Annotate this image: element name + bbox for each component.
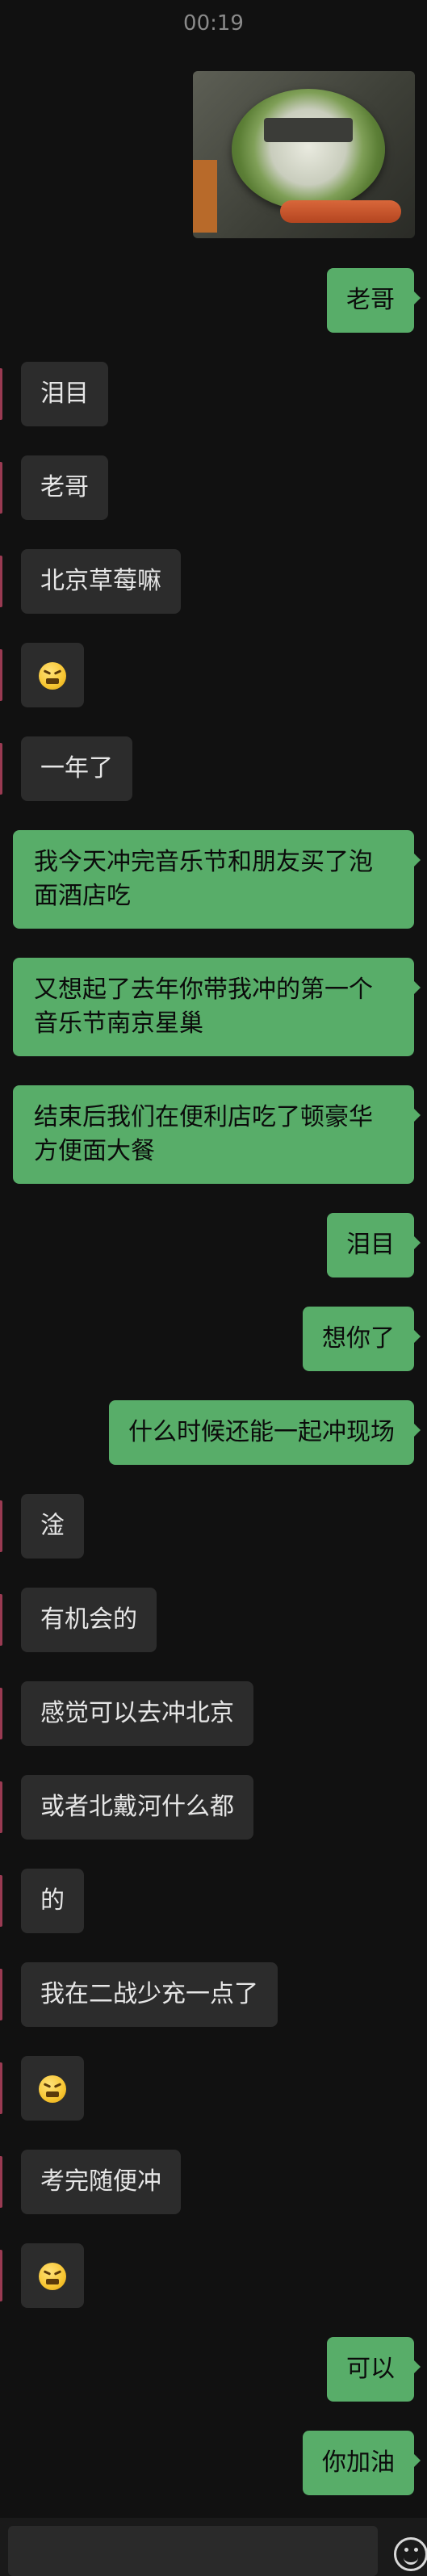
incoming-bubble[interactable] [21, 2056, 84, 2121]
incoming-bubble[interactable]: 考完随便冲 [21, 2150, 181, 2214]
smiley-face-icon[interactable] [394, 2537, 427, 2571]
incoming-edge [0, 1688, 2, 1739]
bubble-tail [413, 2360, 421, 2374]
incoming-edge [0, 1781, 2, 1833]
timestamp: 00:19 [183, 11, 244, 36]
outgoing-bubble[interactable]: 又想起了去年你带我冲的第一个音乐节南京星巢 [13, 958, 414, 1056]
outgoing-bubble[interactable]: 我今天冲完音乐节和朋友买了泡面酒店吃 [13, 830, 414, 929]
incoming-bubble[interactable]: 有机会的 [21, 1588, 157, 1652]
incoming-bubble[interactable] [21, 643, 84, 707]
snack-package [193, 160, 217, 233]
incoming-bubble[interactable]: 感觉可以去冲北京 [21, 1681, 253, 1746]
bubble-tail [413, 1236, 421, 1250]
message-image[interactable] [193, 71, 415, 238]
bubble-tail [413, 853, 421, 867]
outgoing-bubble[interactable]: 结束后我们在便利店吃了顿豪华方便面大餐 [13, 1085, 414, 1184]
outgoing-bubble[interactable]: 老哥 [327, 268, 414, 333]
incoming-edge [0, 462, 2, 514]
incoming-edge [0, 556, 2, 607]
incoming-edge [0, 743, 2, 795]
incoming-edge [0, 368, 2, 420]
grimace-emoji-icon [39, 661, 66, 690]
incoming-edge [0, 1969, 2, 2020]
incoming-bubble[interactable]: 泪目 [21, 362, 108, 426]
bubble-tail [413, 1423, 421, 1437]
incoming-bubble[interactable]: 或者北戴河什么都 [21, 1775, 253, 1840]
outgoing-bubble[interactable]: 想你了 [303, 1307, 414, 1371]
incoming-bubble[interactable]: 的 [21, 1869, 84, 1933]
composer-bar [0, 2518, 427, 2576]
incoming-edge [0, 649, 2, 701]
outgoing-bubble[interactable]: 你加油 [303, 2431, 414, 2495]
grimace-emoji-icon [39, 2075, 66, 2103]
bubble-tail [413, 980, 421, 995]
bubble-tail [413, 291, 421, 305]
incoming-bubble[interactable]: 老哥 [21, 455, 108, 520]
grimace-emoji-icon [39, 2262, 66, 2290]
incoming-bubble[interactable]: 淦 [21, 1494, 84, 1559]
bubble-tail [413, 1329, 421, 1344]
incoming-edge [0, 1500, 2, 1552]
incoming-edge [0, 2156, 2, 2208]
bubble-tail [413, 2453, 421, 2468]
incoming-edge [0, 1875, 2, 1927]
incoming-edge [0, 2250, 2, 2301]
outgoing-bubble[interactable]: 可以 [327, 2337, 414, 2402]
outgoing-bubble[interactable]: 什么时候还能一起冲现场 [109, 1400, 414, 1465]
incoming-bubble[interactable]: 一年了 [21, 736, 132, 801]
incoming-bubble[interactable] [21, 2243, 84, 2308]
incoming-bubble[interactable]: 北京草莓嘛 [21, 549, 181, 614]
outgoing-bubble[interactable]: 泪目 [327, 1213, 414, 1278]
incoming-edge [0, 1594, 2, 1646]
message-input[interactable] [8, 2526, 378, 2576]
incoming-edge [0, 2062, 2, 2114]
noodle-bowl [232, 89, 385, 210]
bubble-tail [413, 1108, 421, 1122]
sausage [280, 200, 401, 223]
incoming-bubble[interactable]: 我在二战少充一点了 [21, 1962, 278, 2027]
bowl-lid-label [264, 118, 353, 142]
